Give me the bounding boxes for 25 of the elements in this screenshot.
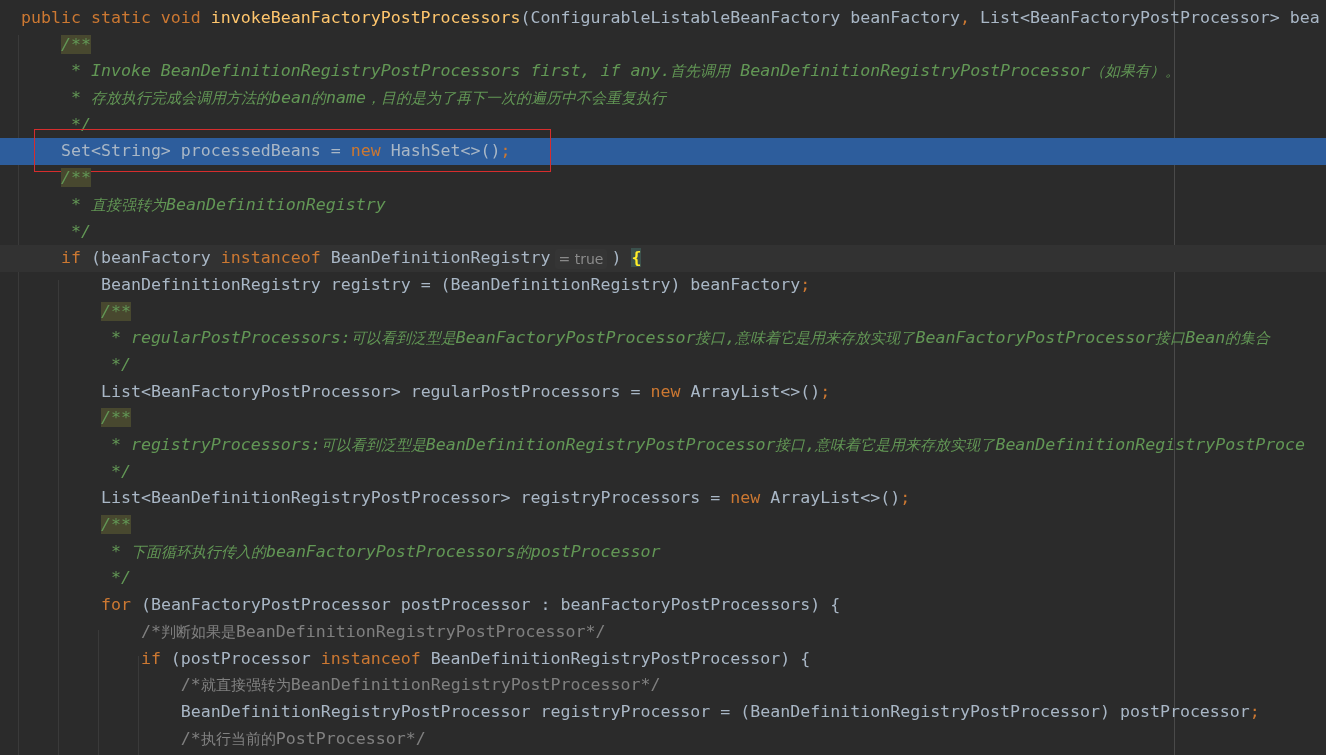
code-line: * 下面循环执行传入的beanFactoryPostProcessors的postProcessor [110, 540, 661, 563]
code-line: /*执行当前的PostProcessor*/ [180, 727, 426, 750]
code-line: public static void invokeBeanFactoryPostProcessors(ConfigurableListableBeanFactory beanFactory, List<BeanFactoryPostProcessor> bea [21, 7, 1320, 29]
code-line: BeanDefinitionRegistryPostProcessor registryProcessor = (BeanDefinitionRegistryPostProcessor) postProcessor; [180, 700, 1260, 723]
code-line: */ [70, 113, 91, 136]
code-line: * Invoke BeanDefinitionRegistryPostProcessors first, if any.首先调用 BeanDefinitionRegistryPostProcessor（如果有）。 [70, 60, 1181, 83]
code-line: for (BeanFactoryPostProcessor postProcessor : beanFactoryPostProcessors) { [100, 594, 841, 617]
code-line: if (postProcessor instanceof BeanDefinitionRegistryPostProcessor) { [140, 647, 811, 670]
code-line: */ [110, 567, 131, 590]
code-line: Set<String> processedBeans = new HashSet<>(); [60, 138, 511, 166]
code-line: /*判断如果是BeanDefinitionRegistryPostProcessor*/ [140, 620, 606, 643]
code-line: List<BeanDefinitionRegistryPostProcessor> registryProcessors = new ArrayList<>(); [100, 487, 911, 510]
code-line: if (beanFactory instanceof BeanDefinitionRegistry [60, 247, 551, 270]
code-line: */ [110, 353, 131, 376]
code-line: */ [110, 460, 131, 483]
code-line: * 存放执行完成会调用方法的bean的name，目的是为了再下一次的遍历中不会重复执行 [70, 87, 666, 110]
code-line: * regularPostProcessors:可以看到泛型是BeanFactoryPostProcessor接口,意味着它是用来存放实现了BeanFactoryPostProcessor接口Bean的集合 [110, 327, 1271, 350]
code-editor[interactable] [0, 0, 1326, 755]
code-line: */ [70, 220, 91, 243]
code-line: * 直接强转为BeanDefinitionRegistry [70, 193, 386, 216]
code-line: /*就直接强转为BeanDefinitionRegistryPostProcessor*/ [180, 674, 661, 697]
code-line: BeanDefinitionRegistry registry = (BeanDefinitionRegistry) beanFactory; [100, 273, 811, 296]
code-line: ) { [611, 247, 642, 270]
code-line: * registryProcessors:可以看到泛型是BeanDefinitionRegistryPostProcessor接口,意味着它是用来存放实现了BeanDefinitionRegistryPostProce [110, 434, 1306, 456]
code-line: List<BeanFactoryPostProcessor> regularPostProcessors = new ArrayList<>(); [100, 380, 831, 403]
